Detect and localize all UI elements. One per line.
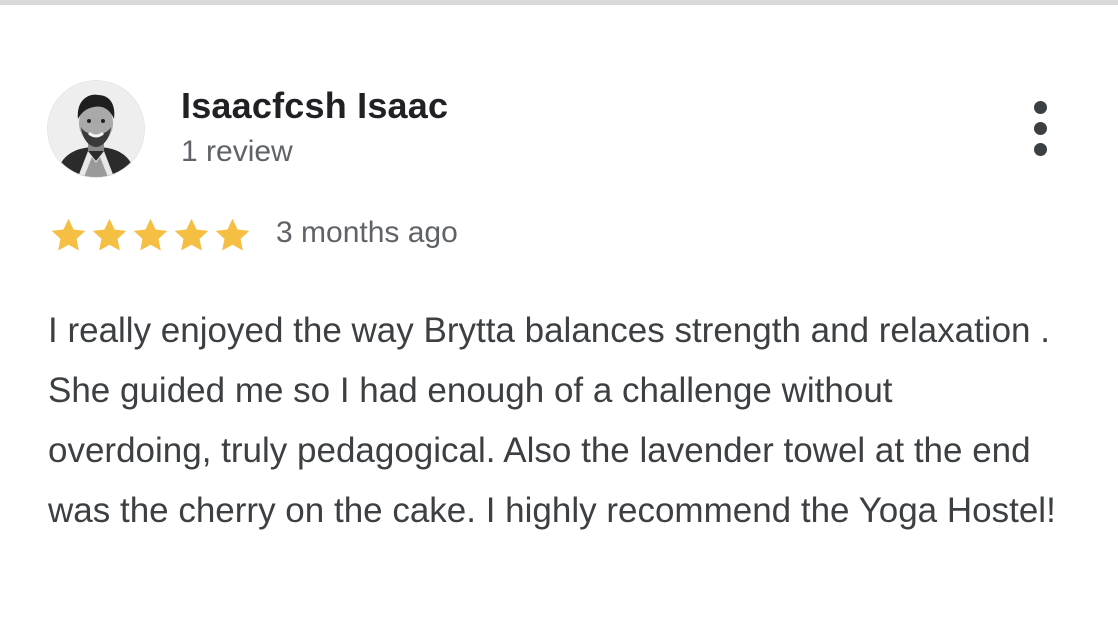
star-icon [133, 218, 168, 251]
more-options-button[interactable] [1021, 99, 1061, 159]
star-icon [51, 218, 86, 251]
review-count[interactable]: 1 review [181, 135, 293, 169]
star-icon [215, 218, 250, 251]
review-text: I really enjoyed the way Brytta balances… [48, 311, 1056, 530]
more-dot-top [1034, 101, 1047, 114]
more-dot-middle [1034, 122, 1047, 135]
avatar-photo [48, 81, 144, 177]
star-rating [48, 215, 253, 257]
author-name[interactable]: Isaacfcsh Isaac [181, 85, 448, 127]
star-icon [92, 218, 127, 251]
review-date: 3 months ago [276, 216, 458, 249]
avatar[interactable] [48, 81, 144, 177]
star-icon [174, 218, 209, 251]
more-dot-bottom [1034, 143, 1047, 156]
review-card: Isaacfcsh Isaac 1 review 3 months ago I … [0, 5, 1118, 635]
